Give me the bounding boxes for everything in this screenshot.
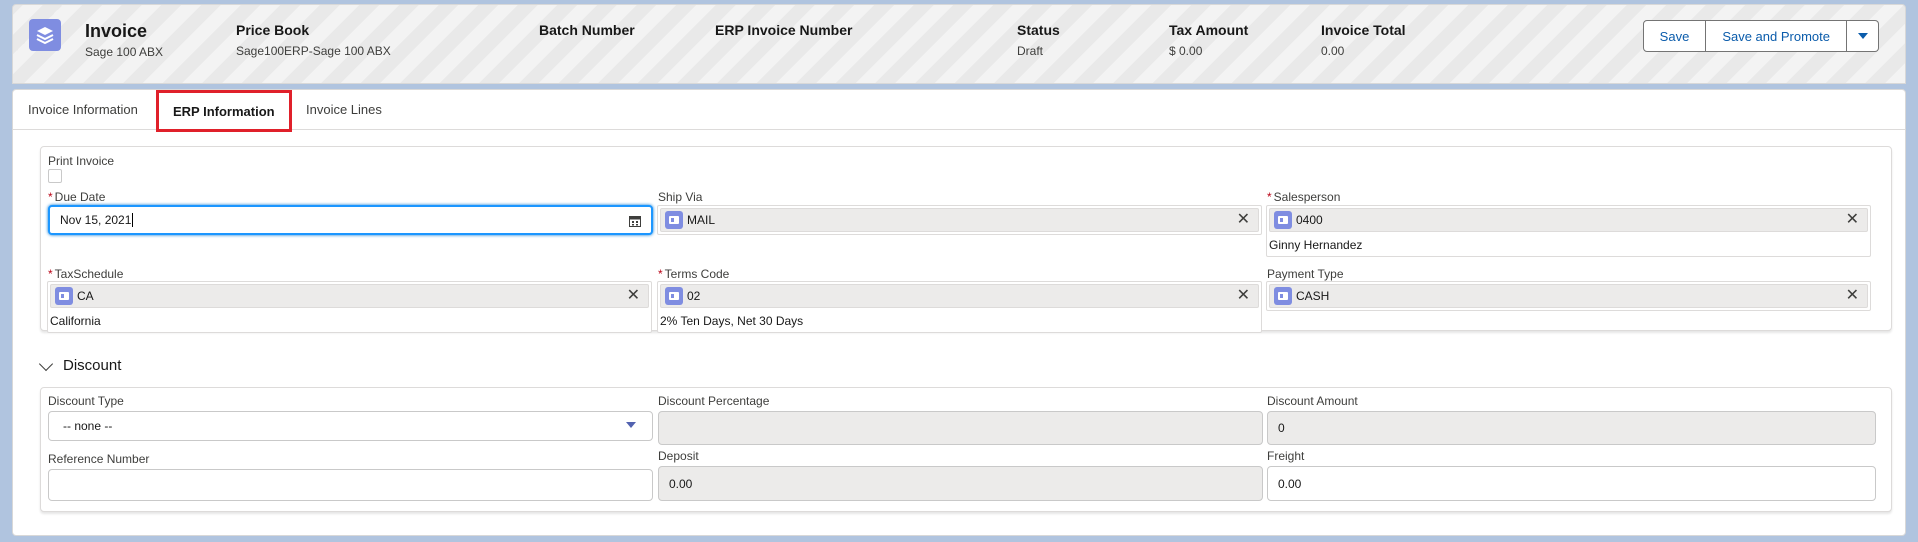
save-and-promote-button[interactable]: Save and Promote [1706,20,1847,52]
terms-code-description: 2% Ten Days, Net 30 Days [660,314,804,328]
record-subtitle: Sage 100 ABX [85,45,164,59]
print-invoice-checkbox[interactable] [48,169,62,183]
text-cursor [132,213,134,227]
erp-fields-section: Print Invoice * Due Date Nov 15, 2021 Shi… [40,146,1892,333]
terms-code-label: * Terms Code [658,267,730,281]
record-icon [665,211,683,229]
record-header: Invoice Sage 100 ABX Price Book Sage100E… [12,4,1906,84]
more-actions-button[interactable] [1847,20,1879,52]
payment-type-lookup: CASH ✕ [1266,281,1871,311]
required-marker: * [658,267,663,281]
header-field-erp-invoice-number: ERP Invoice Number [715,22,853,38]
tax-schedule-label: * TaxSchedule [48,267,124,281]
header-field-tax-amount: Tax Amount $ 0.00 [1169,22,1249,58]
record-icon [1274,211,1292,229]
salesperson-label: * Salesperson [1267,190,1341,204]
due-date-input[interactable]: Nov 15, 2021 [48,205,653,235]
tax-schedule-lookup: CA ✕ California [47,281,652,333]
ship-via-pill[interactable]: MAIL ✕ [660,208,1259,232]
record-icon [55,287,73,305]
deposit-field: 0.00 [658,466,1263,501]
clear-icon[interactable]: ✕ [1846,288,1859,304]
discount-amount-field: 0 [1267,411,1876,445]
ship-via-lookup: MAIL ✕ [657,205,1262,235]
save-button[interactable]: Save [1642,20,1707,52]
tab-invoice-lines[interactable]: Invoice Lines [306,102,382,117]
deposit-label: Deposit [658,449,699,463]
chevron-down-icon [626,422,636,428]
required-marker: * [48,267,53,281]
discount-amount-label: Discount Amount [1267,394,1358,408]
header-actions: Save Save and Promote [1642,20,1879,52]
reference-number-input[interactable] [48,469,653,501]
header-field-price-book: Price Book Sage100ERP-Sage 100 ABX [236,22,391,58]
discount-type-select[interactable]: -- none -- [48,411,653,441]
chevron-down-icon [38,356,54,371]
due-date-label: * Due Date [48,190,106,204]
tax-schedule-pill[interactable]: CA ✕ [50,284,649,308]
salesperson-name: Ginny Hernandez [1269,238,1363,252]
terms-code-lookup: 02 ✕ 2% Ten Days, Net 30 Days [657,281,1262,333]
freight-input[interactable]: 0.00 [1267,466,1876,501]
record-icon [1274,287,1292,305]
reference-number-label: Reference Number [48,452,150,466]
required-marker: * [1267,190,1272,204]
discount-fields-section: Discount Type -- none -- Discount Percen… [40,387,1892,512]
tax-schedule-name: California [50,314,101,328]
header-field-status: Status Draft [1017,22,1060,58]
chevron-down-icon [1857,33,1868,39]
record-icon [665,287,683,305]
ship-via-label: Ship Via [658,190,703,204]
tab-invoice-information[interactable]: Invoice Information [28,102,138,117]
clear-icon[interactable]: ✕ [1237,288,1250,304]
freight-label: Freight [1267,449,1305,463]
required-marker: * [48,190,53,204]
tab-bar: Invoice Information ERP Information Invo… [13,90,1905,132]
discount-percentage-field [658,411,1263,445]
header-field-batch-number: Batch Number [539,22,635,38]
discount-type-label: Discount Type [48,394,124,408]
payment-type-label: Payment Type [1267,267,1344,281]
print-invoice-label: Print Invoice [48,154,115,168]
header-field-invoice-total: Invoice Total 0.00 [1321,22,1406,58]
clear-icon[interactable]: ✕ [1237,212,1250,228]
terms-code-pill[interactable]: 02 ✕ [660,284,1259,308]
record-title: Invoice [85,21,148,41]
calendar-icon[interactable] [629,215,641,227]
salesperson-lookup: 0400 ✕ Ginny Hernandez [1266,205,1871,257]
salesperson-pill[interactable]: 0400 ✕ [1269,208,1868,232]
clear-icon[interactable]: ✕ [1846,212,1859,228]
clear-icon[interactable]: ✕ [627,288,640,304]
tab-erp-information[interactable]: ERP Information [156,90,292,132]
discount-percentage-label: Discount Percentage [658,394,770,408]
discount-section-toggle[interactable]: Discount [37,356,121,374]
payment-type-pill[interactable]: CASH ✕ [1269,284,1868,308]
record-detail-card: Invoice Information ERP Information Invo… [12,89,1906,536]
stack-icon [29,19,61,51]
